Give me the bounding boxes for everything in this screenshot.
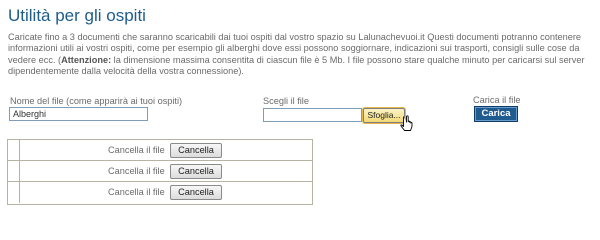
intro-warning: Attenzione:: [61, 54, 112, 65]
delete-file-label: Cancella il file: [108, 187, 165, 197]
table-row: Cancella il file Cancella: [8, 140, 312, 161]
delete-button[interactable]: Cancella: [170, 164, 222, 179]
file-name-input[interactable]: Alberghi: [9, 107, 148, 121]
choose-file-label: Scegli il file: [263, 96, 309, 106]
delete-button[interactable]: Cancella: [170, 143, 222, 158]
intro-paragraph: Caricate fino a 3 documenti che saranno …: [8, 32, 596, 78]
browse-button[interactable]: Sfoglia...: [363, 108, 405, 123]
upload-label: Carica il file: [473, 95, 521, 105]
row-handle-cell: [8, 182, 20, 203]
delete-file-label: Cancella il file: [108, 166, 165, 176]
row-handle-cell: [8, 140, 20, 160]
delete-file-label: Cancella il file: [108, 145, 165, 155]
table-row: Cancella il file Cancella: [8, 182, 312, 203]
row-handle-cell: [8, 161, 20, 181]
delete-button[interactable]: Cancella: [170, 185, 222, 200]
table-row: Cancella il file Cancella: [8, 161, 312, 182]
file-name-label: Nome del file (come apparirà ai tuoi osp…: [10, 96, 183, 106]
choose-file-input[interactable]: [263, 108, 362, 122]
hand-pointer-icon: [400, 115, 413, 131]
upload-button[interactable]: Carica: [474, 106, 518, 122]
page-title: Utilità per gli ospiti: [8, 6, 146, 25]
files-table: Cancella il file Cancella Cancella il fi…: [7, 139, 313, 205]
